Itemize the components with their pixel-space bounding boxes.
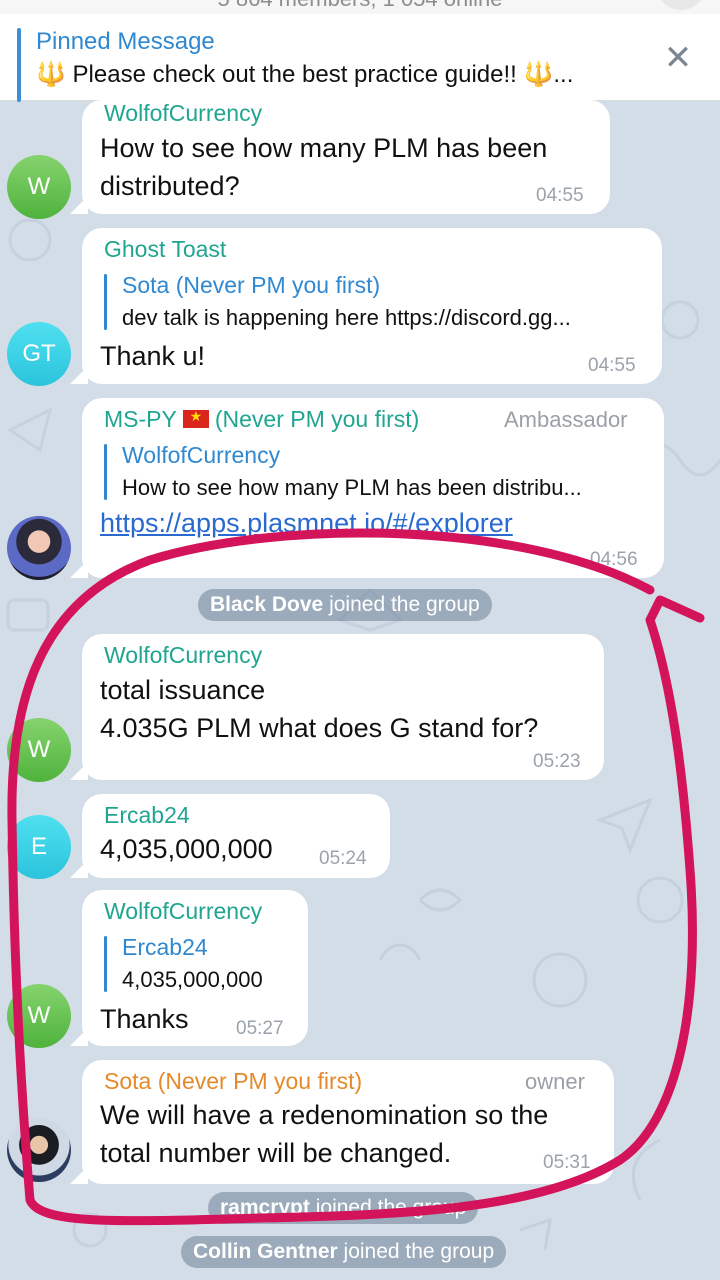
avatar-initials: W [27, 736, 51, 763]
bubble-tail [70, 560, 88, 578]
message-line: total number will be changed. [100, 1138, 452, 1168]
message-time: 05:31 [543, 1152, 591, 1173]
member-count: 5 864 members, 1 054 online [0, 0, 720, 12]
sender-name[interactable]: WolfofCurrency [104, 100, 262, 127]
avatar[interactable]: E [7, 815, 71, 879]
message-bubble[interactable]: WolfofCurrency total issuance 4.035G PLM… [70, 634, 604, 780]
reply-sender[interactable]: WolfofCurrency [122, 442, 280, 469]
message-line: We will have a redenomination so the [100, 1100, 549, 1130]
close-icon[interactable]: ✕ [662, 41, 694, 75]
avatar[interactable]: W [7, 155, 71, 219]
member-role: owner [525, 1069, 585, 1094]
message-link[interactable]: https://apps.plasmnet.io/#/explorer [100, 508, 513, 539]
sender-name[interactable]: Sota (Never PM you first) [104, 1068, 362, 1095]
reply-accent-bar [104, 936, 107, 992]
avatar[interactable] [7, 516, 71, 580]
reply-accent-bar [104, 274, 107, 330]
avatar-initials: W [27, 1002, 51, 1029]
sender-name-suffix: (Never PM you first) [214, 406, 420, 432]
avatar[interactable]: W [7, 718, 71, 782]
avatar[interactable] [7, 1118, 71, 1182]
sender-name[interactable]: Ghost Toast [104, 236, 226, 263]
message-time: 05:23 [533, 751, 581, 772]
service-text: joined the group [323, 593, 480, 616]
service-user[interactable]: Collin Gentner [193, 1240, 338, 1263]
service-text: joined the group [337, 1240, 495, 1263]
message-line: How to see how many PLM has been [100, 133, 548, 163]
bubble-tail [70, 1166, 88, 1184]
chat-header[interactable]: 5 864 members, 1 054 online [0, 0, 720, 15]
sender-name-prefix: MS-PY [104, 406, 177, 432]
reply-text: 4,035,000,000 [122, 967, 263, 992]
bubble-tail [70, 366, 88, 384]
message-time: 05:27 [236, 1018, 284, 1039]
message-line: Thank u! [100, 341, 206, 371]
pinned-title: Pinned Message [36, 28, 215, 55]
message-time: 04:56 [590, 549, 638, 570]
avatar-initials: W [27, 173, 51, 200]
member-role: Ambassador [504, 407, 628, 432]
vietnam-flag-icon [182, 408, 209, 429]
reply-accent-bar [104, 444, 107, 500]
sender-name[interactable]: Ercab24 [104, 802, 190, 829]
pinned-accent-bar [17, 28, 21, 102]
bubble-tail [70, 196, 88, 214]
bubble-tail [70, 860, 88, 878]
reply-sender[interactable]: Ercab24 [122, 934, 208, 961]
message-bubble[interactable]: WolfofCurrency Ercab24 4,035,000,000 Tha… [70, 890, 308, 1046]
service-user[interactable]: ramcrypt [220, 1196, 310, 1219]
bubble-tail [70, 762, 88, 780]
message-line: 4,035,000,000 [100, 834, 273, 864]
message-bubble[interactable]: MS-PY (Never PM you first) Ambassador Wol… [70, 398, 664, 578]
avatar-initials: E [30, 833, 47, 860]
message-line: distributed? [100, 171, 240, 201]
reply-text: How to see how many PLM has been distrib… [122, 475, 582, 500]
pinned-message-bar[interactable]: Pinned Message 🔱 Please check out the be… [0, 14, 720, 102]
message-time: 04:55 [536, 185, 584, 206]
avatar[interactable]: W [7, 984, 71, 1048]
service-message: ramcrypt joined the group [208, 1192, 479, 1224]
pinned-text: 🔱 Please check out the best practice gui… [36, 61, 574, 88]
service-message: Collin Gentner joined the group [181, 1236, 507, 1268]
sender-name[interactable]: WolfofCurrency [104, 642, 262, 669]
service-user[interactable]: Black Dove [210, 593, 323, 616]
message-time: 04:55 [588, 355, 636, 376]
sender-name[interactable]: MS-PY (Never PM you first) [104, 406, 419, 433]
avatar[interactable]: GT [7, 322, 71, 386]
sender-name[interactable]: WolfofCurrency [104, 898, 262, 925]
service-message: Black Dove joined the group [198, 589, 492, 621]
message-bubble[interactable]: Ercab24 4,035,000,000 05:24 [70, 794, 390, 878]
message-line: Thanks [100, 1004, 189, 1034]
message-line: 4.035G PLM what does G stand for? [100, 713, 539, 743]
message-bubble[interactable]: Ghost Toast Sota (Never PM you first) de… [70, 228, 662, 384]
bubble-tail [70, 1028, 88, 1046]
avatar-initials: GT [22, 340, 56, 367]
reply-text: dev talk is happening here https://disco… [122, 305, 571, 330]
message-bubble[interactable]: Sota (Never PM you first) owner We will … [70, 1060, 614, 1184]
message-line: total issuance [100, 675, 266, 705]
message-bubble[interactable]: WolfofCurrency How to see how many PLM h… [70, 100, 610, 214]
service-text: joined the group [309, 1196, 467, 1219]
reply-sender[interactable]: Sota (Never PM you first) [122, 272, 380, 299]
message-time: 05:24 [319, 848, 367, 869]
